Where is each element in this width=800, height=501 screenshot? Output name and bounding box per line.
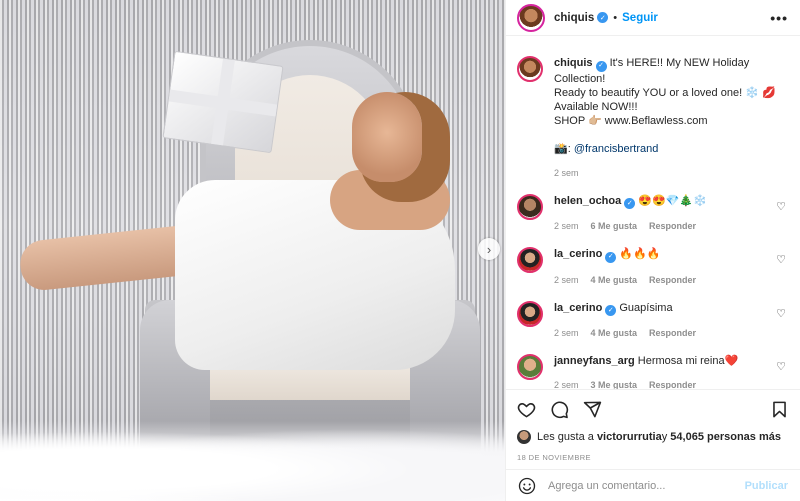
post-footer: Les gusta a victorurrutia y 54,065 perso… <box>506 389 800 501</box>
author-username[interactable]: chiquis <box>554 12 594 24</box>
post-date: 18 DE NOVIEMBRE <box>517 453 591 462</box>
comment-item: helen_ochoa ✓ 😍😍💎🎄❄️ 2 sem 6 Me gusta Res… <box>517 193 786 231</box>
comment-time: 2 sem <box>554 274 579 285</box>
likes-summary: Les gusta a victorurrutia y 54,065 perso… <box>517 430 789 444</box>
verified-badge-icon: ✓ <box>595 60 607 72</box>
comment-text: Hermosa mi reina❤️ <box>637 355 739 367</box>
comment-text: Guapísima <box>619 301 673 314</box>
reply-button[interactable]: Responder <box>649 275 696 285</box>
avatar[interactable] <box>517 354 543 380</box>
avatar[interactable] <box>517 193 543 220</box>
reply-button[interactable]: Responder <box>649 380 696 389</box>
model-head <box>352 92 422 182</box>
caption-line-3: Available NOW!!! <box>554 100 638 113</box>
likes-middle: y <box>661 431 668 443</box>
emoji-icon[interactable] <box>518 477 536 495</box>
avatar[interactable] <box>517 3 545 32</box>
heart-icon[interactable]: ♡ <box>776 253 786 266</box>
camera-icon: 📸 <box>554 142 568 155</box>
avatar[interactable] <box>517 300 543 327</box>
follow-button[interactable]: Seguir <box>622 12 658 24</box>
likes-count[interactable]: 54,065 personas más <box>670 431 781 443</box>
heart-icon[interactable]: ♡ <box>776 360 786 373</box>
chevron-right-icon[interactable]: › <box>478 238 500 260</box>
share-icon[interactable] <box>583 400 602 419</box>
add-comment-bar: Publicar <box>506 469 800 501</box>
verified-badge-icon: ✓ <box>605 251 617 263</box>
caption-line-2: Ready to beautify YOU or a loved one! ❄️… <box>554 86 776 99</box>
comment-time: 2 sem <box>554 380 579 389</box>
comment-item: janneyfans_arg Hermosa mi reina❤️ 2 sem … <box>517 354 786 389</box>
comment-likes[interactable]: 3 Me gusta <box>591 380 638 389</box>
heart-icon[interactable]: ♡ <box>776 307 786 320</box>
likes-user[interactable]: victorurrutia <box>597 431 662 443</box>
comment-input[interactable] <box>548 479 745 492</box>
post-header: chiquis ✓ • Seguir ••• <box>506 0 800 36</box>
avatar[interactable] <box>517 247 543 273</box>
reply-button[interactable]: Responder <box>649 328 696 338</box>
caption-time: 2 sem <box>554 167 579 178</box>
separator-dot: • <box>613 11 618 24</box>
comment-likes[interactable]: 4 Me gusta <box>591 275 638 285</box>
heart-icon[interactable] <box>517 400 536 419</box>
comment-icon[interactable] <box>550 400 569 419</box>
comment-text: 😍😍💎🎄❄️ <box>638 194 707 207</box>
caption-line-4: SHOP 👉🏼 www.Beflawless.com <box>554 114 708 127</box>
comment-time: 2 sem <box>554 328 579 338</box>
comment-username[interactable]: la_cerino <box>554 302 602 314</box>
heart-icon[interactable]: ♡ <box>776 200 786 213</box>
more-options-icon[interactable]: ••• <box>770 10 788 26</box>
action-bar <box>517 390 789 428</box>
gift-box <box>162 50 284 154</box>
likes-prefix: Les gusta a <box>537 431 594 443</box>
verified-badge-icon: ✓ <box>605 305 617 316</box>
photo-credit-link[interactable]: @francisbertrand <box>574 143 659 155</box>
reply-button[interactable]: Responder <box>649 221 696 231</box>
comment-username[interactable]: helen_ochoa <box>554 195 621 207</box>
snow-floor <box>0 421 505 501</box>
post-caption: chiquis ✓ It's HERE!! My NEW Holiday Coll… <box>517 56 786 178</box>
avatar[interactable] <box>517 430 531 444</box>
avatar[interactable] <box>517 56 543 82</box>
caption-text: chiquis ✓ It's HERE!! My NEW Holiday Coll… <box>554 56 786 156</box>
comment-likes[interactable]: 6 Me gusta <box>591 221 638 231</box>
post-sidebar: chiquis ✓ • Seguir ••• chiquis ✓ It's HER… <box>505 0 800 501</box>
bookmark-icon[interactable] <box>770 400 789 419</box>
post-photo[interactable]: › <box>0 0 505 501</box>
comments-list[interactable]: chiquis ✓ It's HERE!! My NEW Holiday Coll… <box>506 36 800 389</box>
verified-badge-icon: ✓ <box>624 198 636 209</box>
comment-item: la_cerino ✓ Guapísima 2 sem 4 Me gusta Re… <box>517 300 786 338</box>
caption-username[interactable]: chiquis <box>554 57 593 69</box>
comment-text: 🔥🔥🔥 <box>619 248 661 260</box>
comment-time: 2 sem <box>554 221 579 231</box>
comment-username[interactable]: janneyfans_arg <box>554 355 635 367</box>
instagram-post: › chiquis ✓ • Seguir ••• chiquis ✓ It's H… <box>0 0 800 501</box>
verified-badge-icon: ✓ <box>597 12 609 23</box>
publish-button[interactable]: Publicar <box>745 480 788 492</box>
comment-likes[interactable]: 4 Me gusta <box>591 328 638 338</box>
comment-username[interactable]: la_cerino <box>554 248 602 260</box>
comment-item: la_cerino ✓ 🔥🔥🔥 2 sem 4 Me gusta Responde… <box>517 247 786 285</box>
